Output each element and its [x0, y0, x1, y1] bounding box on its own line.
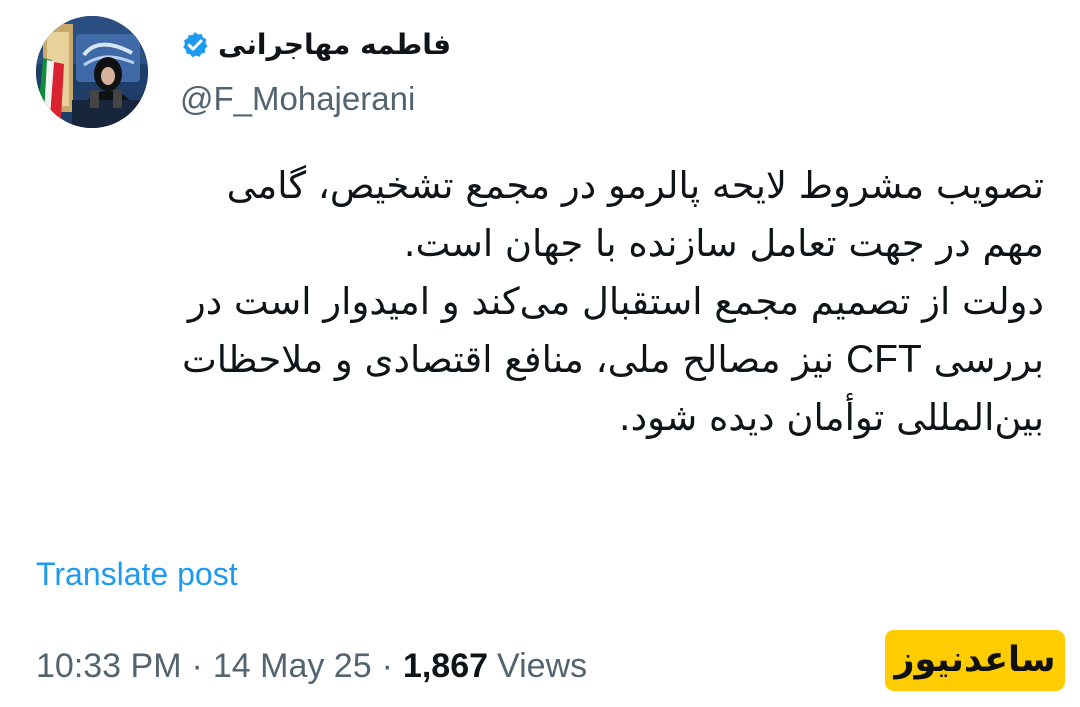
metadata-separator: · [381, 647, 393, 685]
author-identity: فاطمه مهاجرانی @F_Mohajerani [180, 22, 510, 126]
author-display-name[interactable]: فاطمه مهاجرانی [218, 22, 451, 68]
tweet-text: تصویب مشروط لایحه پالرمو در مجمع تشخیص، … [36, 157, 1044, 447]
author-avatar[interactable] [36, 16, 148, 128]
tweet-text-line-1: تصویب مشروط لایحه پالرمو در مجمع تشخیص، … [226, 164, 1044, 207]
tweet-text-line-2: مهم در جهت تعامل سازنده با جهان است. [403, 222, 1044, 265]
tweet-text-line-5: بین‌المللی توأمان دیده شود. [618, 396, 1044, 439]
metadata-separator: · [191, 647, 203, 685]
tweet-text-line-4-before: بررسی [921, 338, 1044, 381]
news-watermark-logo: ساعدنیوز [885, 630, 1065, 691]
tweet-text-line-3: دولت از تصمیم مجمع استقبال می‌کند و امید… [187, 280, 1044, 323]
author-photo-image [36, 16, 148, 128]
tweet-text-line-4-after: نیز مصالح ملی، منافع اقتصادی و ملاحظات [181, 338, 846, 381]
verified-check-icon [183, 32, 208, 58]
display-name-row[interactable]: فاطمه مهاجرانی [180, 22, 490, 68]
post-time[interactable]: 10:33 PM [36, 643, 182, 689]
author-handle[interactable]: @F_Mohajerani [180, 78, 415, 120]
post-date[interactable]: 14 May 25 [213, 643, 372, 689]
translate-post-link[interactable]: Translate post [36, 554, 238, 594]
views-count[interactable]: 1,867 [403, 643, 488, 689]
views-label[interactable]: Views [497, 643, 587, 689]
cft-term: CFT [846, 338, 922, 381]
tweet-text-line-4: بررسی CFT نیز مصالح ملی، منافع اقتصادی و… [36, 331, 1044, 389]
tweet-header: فاطمه مهاجرانی @F_Mohajerani [36, 16, 1044, 128]
tweet-metadata: 10:33 PM · 14 May 25 · 1,867 Views [36, 643, 587, 689]
